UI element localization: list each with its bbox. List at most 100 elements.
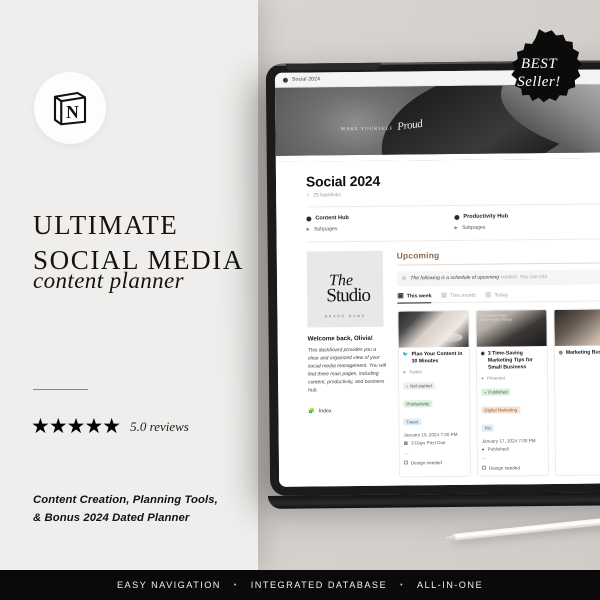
dot-icon: ● <box>481 446 485 452</box>
upcoming-callout-text-muted: content. You can cha <box>500 274 548 281</box>
upcoming-callout: ◎ The following is a schedule of upcomin… <box>396 269 600 287</box>
clock-icon: ▦ <box>403 440 409 446</box>
tab-this-month[interactable]: 🗓 This month <box>441 293 476 302</box>
hub-productivity-label: Productivity Hub <box>463 213 509 220</box>
tab-today-label: Today <box>494 292 509 299</box>
studio-brand-image: The Studio BRAND NAME <box>306 250 384 328</box>
chevron-right-icon: ▶ <box>306 226 310 232</box>
cover-text: MAKE YOURSELF Proud <box>340 117 423 134</box>
left-column: The Studio BRAND NAME Welcome back, Oliv… <box>306 250 389 479</box>
pinterest-icon: ◉ <box>480 350 485 356</box>
card-checklist-item[interactable]: Design needed <box>481 465 544 471</box>
footer-item-0: EASY NAVIGATION <box>116 580 221 590</box>
rating-row: ★★★★★ 5.0 reviews <box>31 416 189 437</box>
tab-this-week[interactable]: 🗓 This week <box>397 292 432 304</box>
notion-page-body: Social 2024 ✓ 25 backlinks Content Hub ▶… <box>275 158 600 487</box>
page-title: Social 2024 <box>305 172 381 190</box>
hub-content-subpages[interactable]: ▶ Subpages <box>306 225 454 233</box>
hub-links-row: Content Hub ▶ Subpages Productivity Hub <box>306 212 600 232</box>
card-title-row: ◉ 3 Time-Saving Marketing Tips for Small… <box>481 350 543 372</box>
notion-logo-badge: N <box>34 72 106 144</box>
card-cover-image: you should know social media strategy <box>476 309 547 347</box>
upcoming-card[interactable]: ◎ Marketing Business <box>553 307 600 476</box>
rating-text: 5.0 reviews <box>130 418 189 434</box>
card-cover-image <box>398 310 469 348</box>
card-checklist-item[interactable]: Design needed <box>403 460 466 466</box>
card-title: Plan Your Content in 30 Minutes <box>411 350 463 365</box>
footer-item-2: ALL-IN-ONE <box>416 580 484 590</box>
instagram-icon: ◎ <box>558 349 563 355</box>
page-columns: The Studio BRAND NAME Welcome back, Oliv… <box>306 248 600 479</box>
upcoming-callout-text: The following is a schedule of upcoming … <box>410 274 548 282</box>
card-date: January 17, 2024 7:00 PM <box>481 437 536 444</box>
page-headline: ULTIMATE SOCIAL MEDIA <box>33 208 248 277</box>
chevron-right-icon: ▶ <box>454 224 458 230</box>
twitter-bird-icon: 🐦 <box>402 351 409 357</box>
hub-productivity-header[interactable]: Productivity Hub <box>454 212 600 220</box>
features-line-1: Content Creation, Planning Tools, <box>33 494 218 506</box>
studio-image-line2: Studio <box>326 285 371 307</box>
checkmark-icon: ✓ <box>306 192 311 199</box>
tab-this-week-label: This week <box>406 292 432 300</box>
backlinks-row[interactable]: ✓ 25 backlinks <box>306 189 600 198</box>
notion-logo-icon: N <box>53 91 87 126</box>
footer-bar: EASY NAVIGATION • INTEGRATED DATABASE • … <box>0 570 600 600</box>
card-date: January 15, 2024 7:00 PM <box>403 431 458 438</box>
card-status-pill: Published <box>481 388 511 397</box>
card-title-row: ◎ Marketing Business <box>559 349 600 357</box>
best-seller-badge: BEST Seller! <box>496 29 582 116</box>
cover-text-small: MAKE YOURSELF <box>340 125 394 132</box>
tab-this-month-label: This month <box>450 293 476 300</box>
hub-content-subpages-label: Subpages <box>313 226 338 233</box>
card-divider: — <box>481 455 487 462</box>
page-bullet-icon <box>306 215 312 222</box>
welcome-title: Welcome back, Olivia! <box>307 334 373 343</box>
poster-canvas: Social 2024 MAKE YOURSELF Proud Social 2… <box>0 0 600 600</box>
upcoming-card[interactable]: 🐦 Plan Your Content in 30 Minutes ● Twit… <box>397 309 472 478</box>
card-checklist-label: Design needed <box>488 465 520 471</box>
page-dot-icon <box>282 77 288 83</box>
hub-productivity-subpages-label: Subpages <box>461 224 486 231</box>
page-bullet-icon <box>454 214 460 220</box>
tab-today[interactable]: 🗓 Today <box>485 293 509 302</box>
svg-text:N: N <box>66 102 79 122</box>
checkbox-icon[interactable] <box>481 465 487 471</box>
star-rating-icons: ★★★★★ <box>31 415 121 438</box>
card-status-note: ▦ 3 Days Past Due <box>404 440 466 447</box>
hub-content[interactable]: Content Hub ▶ Subpages <box>306 214 454 233</box>
hub-content-header[interactable]: Content Hub <box>306 214 454 222</box>
footer-separator: • <box>233 581 238 589</box>
card-type-pill: Tweet <box>403 418 422 426</box>
index-link[interactable]: 🧩 Index <box>308 407 388 414</box>
upcoming-card[interactable]: you should know social media strategy ◉ 3… <box>475 308 550 477</box>
checkbox-icon[interactable] <box>403 460 408 465</box>
card-divider: — <box>403 450 409 457</box>
calendar-icon: 🗓 <box>397 293 404 300</box>
card-cover-overlay-text: you should know social media strategy <box>480 313 513 323</box>
hub-productivity-subpages[interactable]: ▶ Subpages <box>454 223 600 231</box>
cover-text-script: Proud <box>396 117 423 134</box>
hub-content-label: Content Hub <box>315 215 349 222</box>
index-label: Index <box>318 407 332 414</box>
card-title: 3 Time-Saving Marketing Tips for Small B… <box>487 350 533 371</box>
card-status-note-label: Published! <box>487 446 510 452</box>
upcoming-divider <box>396 262 600 266</box>
card-status-note-label: 3 Days Past Due <box>411 440 446 446</box>
headline-line-1: ULTIMATE <box>33 210 179 240</box>
backlinks-label: 25 backlinks <box>313 192 341 199</box>
upcoming-cards: 🐦 Plan Your Content in 30 Minutes ● Twit… <box>397 307 600 478</box>
badge-line-1: BEST <box>520 55 558 72</box>
divider-1 <box>306 203 600 208</box>
card-status-note: ● Published! <box>481 446 544 452</box>
calendar-icon: 🗓 <box>440 293 448 300</box>
upcoming-heading: Upcoming <box>396 250 440 261</box>
browser-tab-title: Social 2024 <box>291 76 321 83</box>
hub-productivity[interactable]: Productivity Hub ▶ Subpages <box>454 212 600 231</box>
studio-image-caption: BRAND NAME <box>324 313 367 319</box>
calendar-icon: 🗓 <box>484 292 492 299</box>
card-category-pill: Productivity <box>403 400 433 408</box>
info-circle-icon: ◎ <box>401 275 407 282</box>
features-line-2: & Bonus 2024 Dated Planner <box>33 511 190 524</box>
tablet-device: Social 2024 MAKE YOURSELF Proud Social 2… <box>265 60 600 496</box>
card-category-pill: Digital Marketing <box>481 406 521 414</box>
